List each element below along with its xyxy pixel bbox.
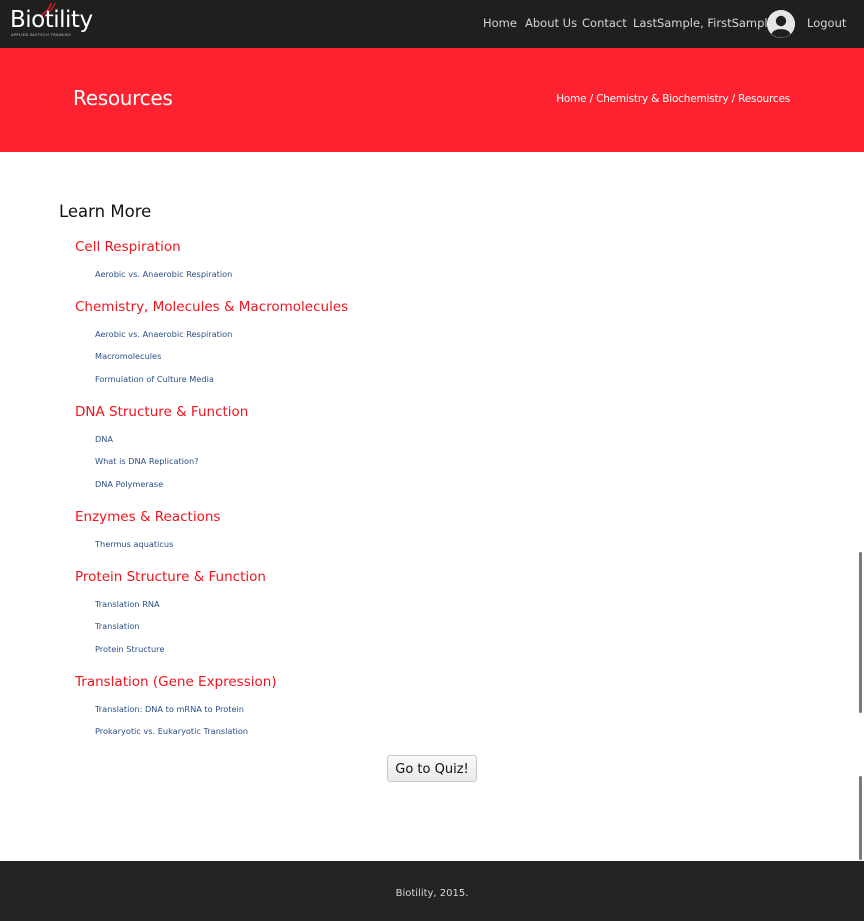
resource-link[interactable]: Translation [95,621,140,631]
breadcrumb-category-link[interactable]: Chemistry & Biochemistry [596,93,729,105]
resource-link[interactable]: Macromolecules [95,351,161,361]
breadcrumb-home-link[interactable]: Home [556,93,586,105]
breadcrumb: Home / Chemistry & Biochemistry / Resour… [556,93,790,105]
topic-cell-respiration[interactable]: Cell Respiration [75,238,181,256]
topic-enzymes-reactions[interactable]: Enzymes & Reactions [75,508,220,526]
nav-user-name-link[interactable]: LastSample, FirstSample [633,16,775,30]
footer-copyright: Biotility, 2015. [395,888,469,899]
learn-more-heading: Learn More [59,202,152,221]
top-navbar: Biotility APPLIED BIOTECH TRAINING Home … [0,0,864,48]
resource-link[interactable]: Thermus aquaticus [95,539,173,549]
resource-link[interactable]: Aerobic vs. Anaerobic Respiration [95,269,232,279]
resource-link[interactable]: DNA Polymerase [95,479,163,489]
page-header-banner: Resources Home / Chemistry & Biochemistr… [0,48,864,152]
resource-link[interactable]: Protein Structure [95,644,164,654]
user-avatar-icon[interactable] [767,10,795,38]
resource-link[interactable]: Translation RNA [95,599,160,609]
scrollbar-thumb-secondary[interactable] [859,776,862,860]
nav-home-link[interactable]: Home [483,16,517,30]
breadcrumb-separator: / [728,93,739,105]
breadcrumb-separator: / [586,93,597,105]
page-scrollbar[interactable] [857,152,864,860]
resource-link[interactable]: DNA [95,434,113,444]
nav-contact-link[interactable]: Contact [582,16,627,30]
resource-link[interactable]: Translation: DNA to mRNA to Protein [95,704,244,714]
scrollbar-thumb[interactable] [859,552,862,713]
resource-link[interactable]: Formulation of Culture Media [95,374,214,384]
topic-protein-structure[interactable]: Protein Structure & Function [75,568,266,586]
resource-link[interactable]: Prokaryotic vs. Eukaryotic Translation [95,726,248,736]
nav-links: Home About Us Contact LastSample, FirstS… [0,0,864,48]
resource-link[interactable]: What is DNA Replication? [95,456,199,466]
nav-logout-link[interactable]: Logout [807,16,846,30]
topic-dna-structure[interactable]: DNA Structure & Function [75,403,248,421]
go-to-quiz-button[interactable]: Go to Quiz! [387,755,477,782]
person-silhouette-icon [767,10,795,38]
resource-link[interactable]: Aerobic vs. Anaerobic Respiration [95,329,232,339]
topic-chemistry-molecules[interactable]: Chemistry, Molecules & Macromolecules [75,298,348,316]
topic-translation-gene-expression[interactable]: Translation (Gene Expression) [75,673,277,691]
page-footer: Biotility, 2015. [0,861,864,921]
breadcrumb-current: Resources [738,93,790,105]
nav-about-link[interactable]: About Us [525,16,577,30]
page-title: Resources [73,86,173,110]
